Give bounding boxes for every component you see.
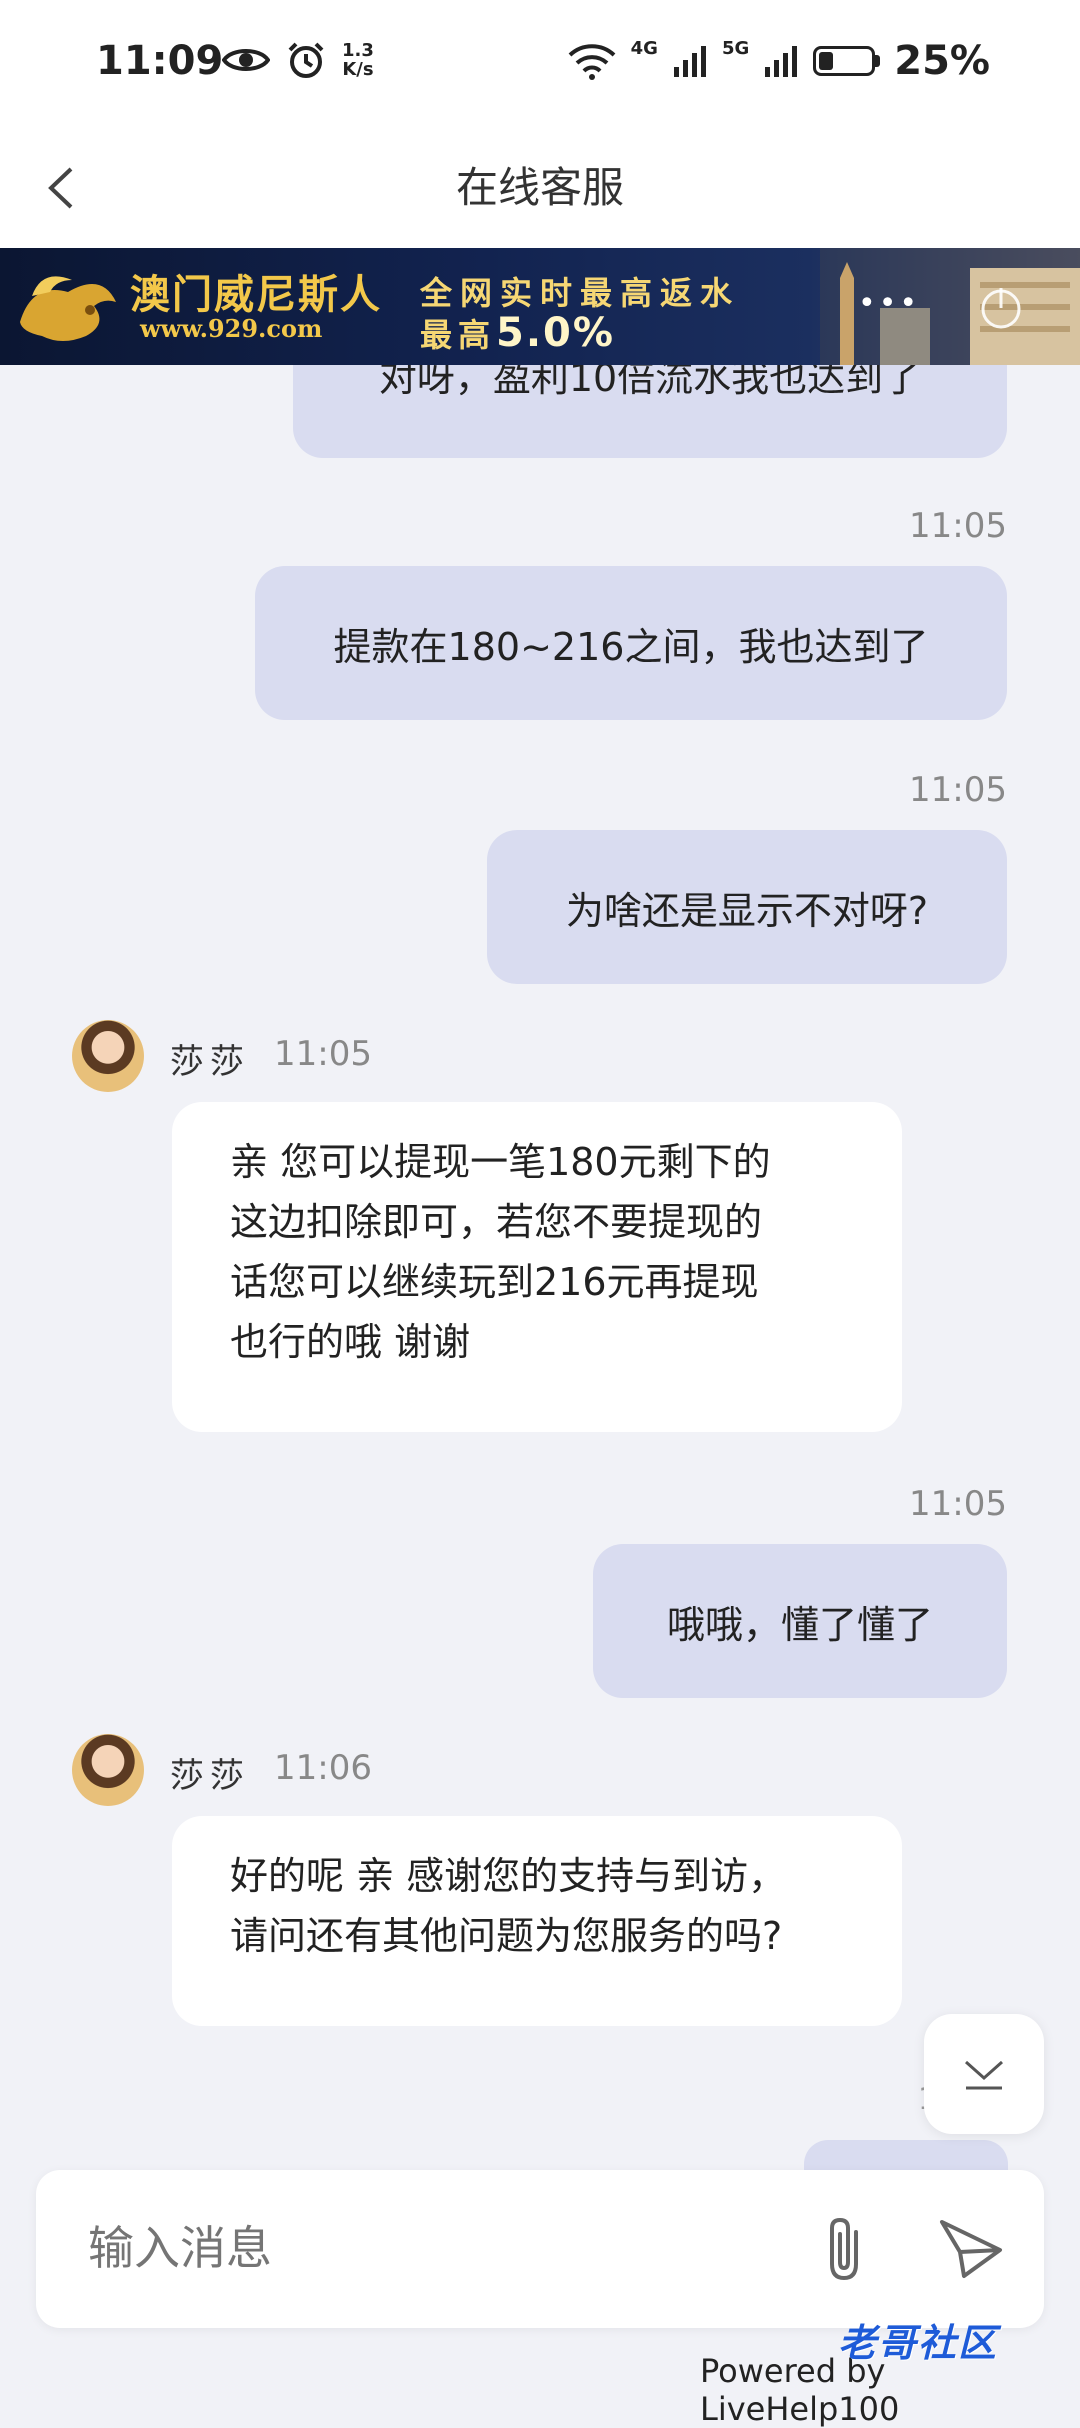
banner-more-button[interactable]: ••• bbox=[858, 286, 920, 321]
send-icon[interactable] bbox=[936, 2214, 1006, 2284]
chat-header: 在线客服 bbox=[0, 130, 1080, 248]
agent-avatar bbox=[72, 1734, 144, 1806]
status-icons-right: 4G 5G 25% bbox=[567, 38, 990, 84]
banner-rate: 最高5.0% bbox=[420, 310, 615, 356]
message-bubble-outgoing: 哦哦，懂了懂了 bbox=[593, 1544, 1007, 1698]
message-time: 11:05 bbox=[909, 506, 1007, 546]
banner-url: www.929.com bbox=[140, 314, 323, 343]
message-bubble-incoming: 好的呢 亲 感谢您的支持与到访， 请问还有其他问题为您服务的吗? bbox=[172, 1816, 902, 2026]
banner-brand: 澳门威尼斯人 bbox=[130, 272, 382, 318]
message-bubble-outgoing: 提款在180~216之间，我也达到了 bbox=[255, 566, 1007, 720]
message-composer bbox=[36, 2170, 1044, 2328]
message-input[interactable] bbox=[86, 2220, 790, 2276]
battery-icon bbox=[813, 46, 876, 76]
network-speed: 1.3 K/s bbox=[342, 40, 374, 80]
wifi-icon bbox=[568, 44, 615, 80]
message-bubble-incoming: 亲 您可以提现一笔180元剩下的 这边扣除即可，若您不要提现的 话您可以继续玩到… bbox=[172, 1102, 902, 1432]
signal-icon bbox=[673, 46, 706, 77]
arrow-down-to-line-icon bbox=[965, 2060, 1003, 2090]
status-icons-left: 1.3 K/s bbox=[222, 40, 374, 80]
network-4g-label: 4G bbox=[630, 38, 658, 59]
agent-name: 莎莎 bbox=[170, 1042, 250, 1082]
page-title: 在线客服 bbox=[455, 163, 624, 212]
signal-icon bbox=[765, 46, 798, 77]
winged-lion-logo-icon bbox=[20, 276, 116, 341]
chat-messages[interactable]: 对呀，盈利10倍流水我也达到了 11:05 提款在180~216之间，我也达到了… bbox=[0, 248, 1080, 2168]
network-5g-label: 5G bbox=[721, 38, 750, 59]
banner-slogan: 全网实时最高返水 bbox=[420, 274, 741, 312]
message-bubble-outgoing: 为啥还是显示不对呀? bbox=[487, 830, 1007, 984]
paperclip-icon[interactable] bbox=[816, 2214, 876, 2284]
battery-percent: 25% bbox=[894, 38, 990, 84]
agent-avatar bbox=[72, 1020, 144, 1092]
status-time: 11:09 bbox=[96, 38, 224, 84]
message-time: 11:06 bbox=[274, 1748, 372, 1788]
watermark-logo: 老哥社区 bbox=[838, 2321, 999, 2365]
power-icon[interactable] bbox=[976, 282, 1026, 332]
eye-icon bbox=[222, 49, 270, 71]
message-time: 11:05 bbox=[909, 1484, 1007, 1524]
message-time: 11:05 bbox=[909, 770, 1007, 810]
agent-name: 莎莎 bbox=[170, 1756, 250, 1796]
battery-cap bbox=[875, 55, 881, 67]
message-time: 11:05 bbox=[274, 1034, 372, 1074]
scroll-to-bottom-button[interactable] bbox=[924, 2014, 1044, 2134]
alarm-icon bbox=[288, 42, 324, 78]
status-bar: 11:09 1.3 K/s 4G 5G 25% bbox=[0, 0, 1080, 130]
